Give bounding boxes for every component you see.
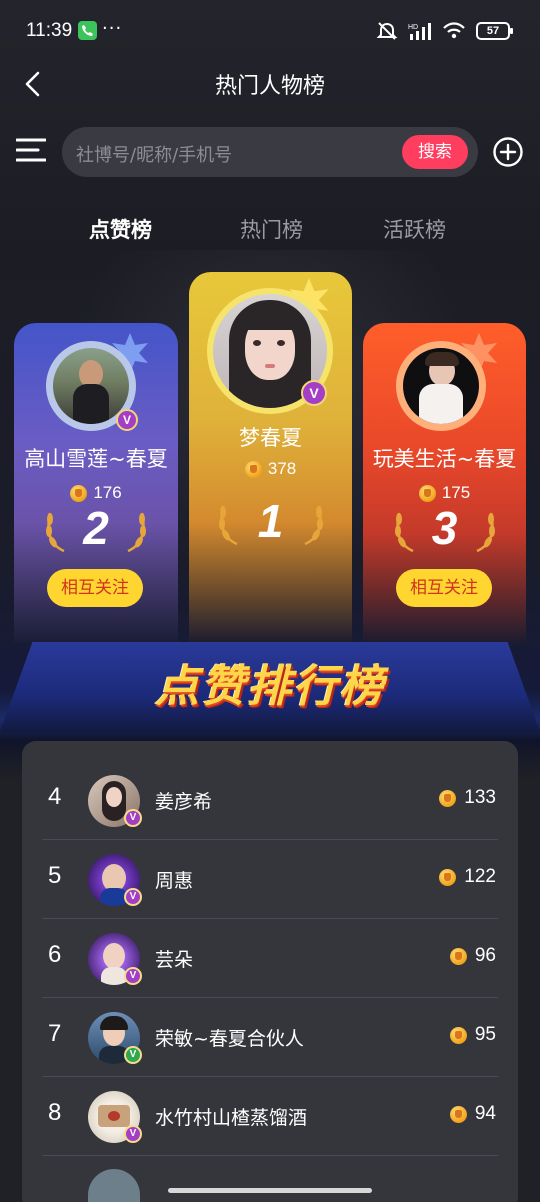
like-coin-icon	[449, 1105, 467, 1123]
podium-likes: 378	[189, 459, 352, 479]
verified-badge: V	[124, 967, 142, 985]
wifi-icon	[443, 22, 465, 39]
row-rank: 5	[48, 862, 62, 889]
like-count: 96	[474, 945, 496, 966]
podium-likes: 176	[14, 483, 178, 503]
like-coin-icon	[449, 1026, 467, 1044]
podium-rank: 1	[257, 495, 284, 547]
like-coin-icon	[70, 484, 88, 502]
like-coin-icon	[449, 947, 467, 965]
menu-icon[interactable]	[16, 137, 46, 163]
like-coin-icon	[439, 789, 457, 807]
podium-card-rank-2[interactable]: V 高山雪莲~春夏 176 2 相互关注	[14, 323, 178, 643]
verified-badge: V	[124, 888, 142, 906]
battery-icon: 57	[476, 22, 513, 40]
more-notifications-icon: ···	[102, 18, 123, 39]
verified-badge: V	[124, 1125, 142, 1143]
like-count: 122	[464, 866, 496, 887]
likes-ranking-banner: 点赞排行榜	[155, 661, 385, 712]
podium-name: 高山雪莲~春夏	[24, 447, 168, 471]
podium-name: 玩美生活~春夏	[372, 447, 517, 471]
like-coin-icon	[439, 868, 457, 886]
list-item[interactable]: 5 V 周惠 122	[42, 840, 498, 919]
phone-call-icon	[78, 21, 97, 40]
search-button[interactable]: 搜索	[402, 135, 468, 169]
podium-card-rank-1[interactable]: V 梦春夏 378 1	[189, 272, 352, 642]
podium-name: 梦春夏	[239, 426, 302, 450]
like-coin-icon	[418, 484, 436, 502]
like-count: 95	[474, 1024, 496, 1045]
search-input[interactable]: 社博号/昵称/手机号 搜索	[62, 127, 478, 177]
row-likes: 122	[439, 866, 496, 888]
list-item[interactable]: 7 V 荣敏~春夏合伙人 95	[42, 998, 498, 1077]
row-rank: 8	[48, 1099, 62, 1126]
like-count: 94	[474, 1103, 496, 1124]
avatar	[403, 348, 479, 424]
status-indicators: HD 57	[376, 20, 513, 42]
row-name: 荣敏~春夏合伙人	[155, 1028, 304, 1050]
list-item[interactable]: 4 V 姜彦希 133	[42, 761, 498, 840]
tab-active[interactable]: 活跃榜	[383, 214, 446, 244]
podium-likes: 175	[363, 483, 526, 503]
like-count: 176	[93, 483, 122, 502]
row-likes: 96	[449, 945, 496, 967]
hot-people-ranking-page: 11:39 ··· HD 57 热门人物榜 社博号/昵称/手机号 搜索 点赞榜 …	[0, 0, 540, 1202]
like-coin-icon	[244, 460, 262, 478]
podium-rank: 2	[83, 502, 109, 554]
row-rank: 7	[48, 1020, 62, 1047]
verified-badge: V	[116, 409, 138, 431]
row-name: 周惠	[155, 870, 194, 892]
like-count: 378	[267, 459, 297, 478]
mutual-follow-button[interactable]: 相互关注	[47, 569, 143, 607]
tab-likes[interactable]: 点赞榜	[89, 214, 152, 244]
svg-text:HD: HD	[408, 24, 418, 31]
search-placeholder: 社博号/昵称/手机号	[76, 145, 233, 166]
row-likes: 133	[439, 787, 496, 809]
status-time: 11:39	[26, 20, 73, 41]
tab-popular[interactable]: 热门榜	[240, 214, 303, 244]
ranking-list: 4 V 姜彦希 133 5 V 周惠 122 6 V 芸朵 96 7 V 荣敏~…	[22, 741, 518, 1202]
verified-badge: V	[124, 809, 142, 827]
list-item[interactable]: 8 V 水竹村山楂蒸馏酒 94	[42, 1077, 498, 1156]
signal-icon: HD	[408, 23, 431, 40]
row-name: 芸朵	[155, 949, 194, 971]
row-likes: 95	[449, 1024, 496, 1046]
podium-rank: 3	[431, 502, 458, 554]
page-title: 热门人物榜	[214, 74, 325, 99]
verified-badge: V	[301, 380, 327, 406]
podium-card-rank-3[interactable]: 玩美生活~春夏 175 3 相互关注	[363, 323, 526, 643]
mute-icon	[376, 22, 398, 40]
list-item[interactable]: 6 V 芸朵 96	[42, 919, 498, 998]
add-circle-icon[interactable]	[492, 136, 524, 168]
status-bar: 11:39 ··· HD 57	[0, 0, 540, 60]
row-name: 姜彦希	[155, 791, 213, 813]
row-rank: 4	[48, 783, 62, 810]
home-indicator[interactable]	[168, 1188, 372, 1193]
like-count: 133	[464, 787, 496, 808]
row-rank: 6	[48, 941, 62, 968]
mutual-follow-button[interactable]: 相互关注	[396, 569, 492, 607]
row-likes: 94	[449, 1103, 496, 1125]
row-name: 水竹村山楂蒸馏酒	[155, 1107, 308, 1129]
avatar-partial	[88, 1169, 140, 1202]
like-count: 175	[441, 483, 471, 502]
verified-badge: V	[124, 1046, 142, 1064]
